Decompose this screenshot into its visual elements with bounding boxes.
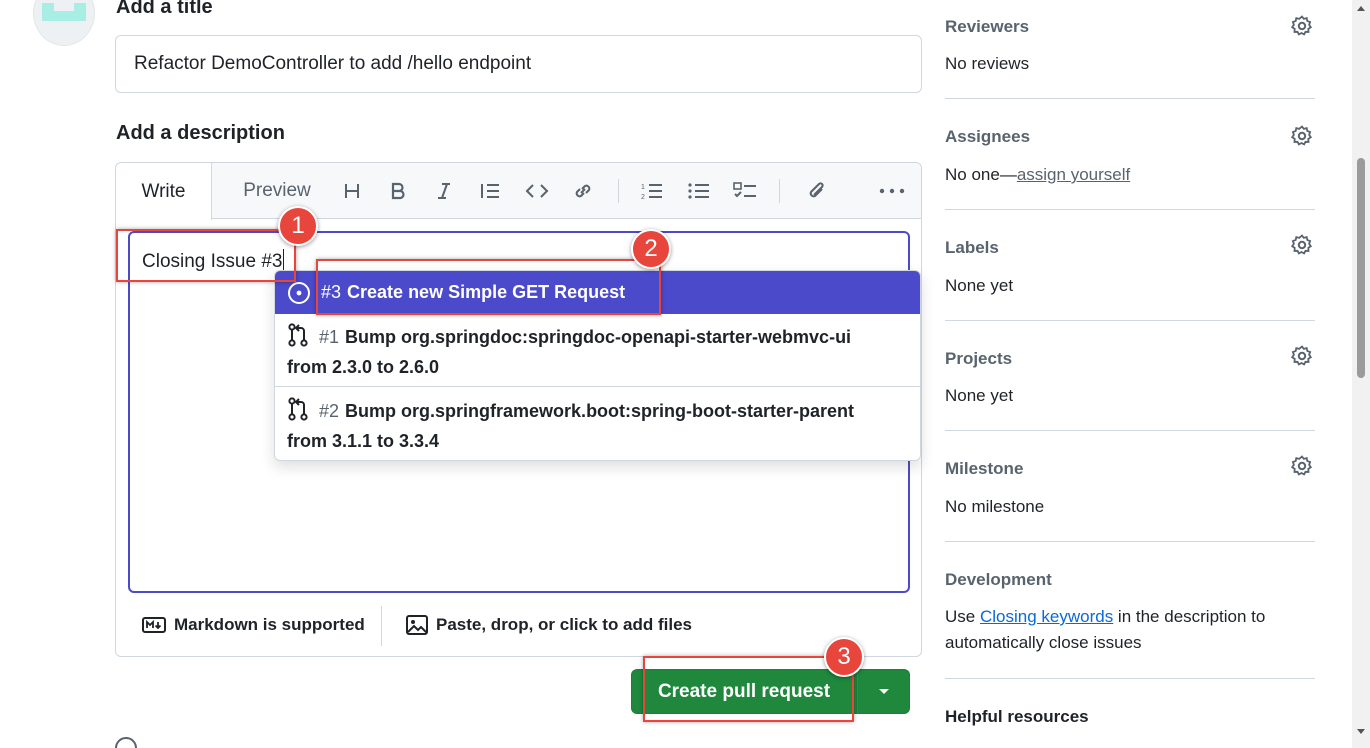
pull-request-icon — [288, 323, 308, 347]
scroll-up-icon[interactable] — [1357, 6, 1365, 11]
assignees-heading: Assignees — [945, 127, 1031, 146]
page-scrollbar[interactable] — [1352, 0, 1370, 748]
annotation-badge-3: 3 — [824, 637, 864, 677]
development-text: Use Closing keywords in the description … — [945, 607, 1266, 652]
attach-icon[interactable] — [803, 177, 831, 205]
unordered-list-icon[interactable] — [685, 177, 713, 205]
svg-text:1: 1 — [641, 184, 645, 191]
scrollbar-thumb[interactable] — [1357, 158, 1365, 378]
title-input-value: Refactor DemoController to add /hello en… — [134, 53, 532, 74]
projects-gear-icon[interactable] — [1290, 344, 1314, 368]
tab-preview[interactable]: Preview — [222, 163, 332, 219]
link-icon[interactable] — [569, 177, 597, 205]
suggestion-item[interactable]: #2 Bump org.springframework.boot:spring-b… — [275, 388, 920, 460]
suggestion-subtitle: from 3.1.1 to 3.3.4 — [287, 431, 440, 451]
description-heading: Add a description — [116, 122, 285, 144]
suggestion-subtitle: from 2.3.0 to 2.6.0 — [287, 357, 440, 377]
ordered-list-icon[interactable]: 12 — [638, 177, 666, 205]
markdown-icon — [142, 617, 166, 633]
task-list-icon[interactable] — [731, 177, 759, 205]
reviewers-gear-icon[interactable] — [1290, 14, 1314, 38]
code-icon[interactable] — [523, 177, 551, 205]
add-files-label: Paste, drop, or click to add files — [436, 615, 693, 634]
milestone-heading: Milestone — [945, 459, 1024, 478]
milestone-value: No milestone — [945, 497, 1045, 516]
reviewers-heading: Reviewers — [945, 17, 1030, 36]
milestone-gear-icon[interactable] — [1290, 454, 1314, 478]
closing-keywords-link[interactable]: Closing keywords — [980, 607, 1113, 626]
pull-request-icon — [288, 397, 308, 421]
labels-gear-icon[interactable] — [1290, 233, 1314, 257]
editor-toolbar: Write Preview 12 — [116, 163, 921, 220]
suggestion-item[interactable]: #1 Bump org.springdoc:springdoc-openapi-s… — [275, 314, 920, 387]
assign-yourself-link[interactable]: assign yourself — [1017, 165, 1130, 184]
labels-heading: Labels — [945, 238, 999, 257]
more-icon[interactable] — [878, 177, 906, 205]
add-files-button[interactable]: Paste, drop, or click to add files — [406, 615, 692, 635]
create-options-dropdown[interactable] — [857, 669, 910, 714]
projects-value: None yet — [945, 386, 1014, 405]
suggestion-title: Bump org.springframework.boot:spring-boo… — [345, 401, 855, 421]
title-input[interactable]: Refactor DemoController to add /hello en… — [115, 35, 922, 93]
title-heading: Add a title — [116, 0, 213, 18]
chevron-down-icon — [878, 689, 889, 694]
bold-icon[interactable] — [384, 177, 412, 205]
quote-icon[interactable] — [476, 177, 504, 205]
scroll-down-icon[interactable] — [1357, 729, 1365, 734]
info-icon — [115, 737, 137, 748]
markdown-note[interactable]: Markdown is supported — [142, 615, 365, 635]
italic-icon[interactable] — [430, 177, 458, 205]
labels-value: None yet — [945, 276, 1014, 295]
markdown-label: Markdown is supported — [174, 615, 365, 634]
avatar — [33, 0, 95, 46]
heading-icon[interactable] — [338, 177, 366, 205]
tab-write[interactable]: Write — [116, 163, 212, 220]
suggestion-number: #2 — [319, 401, 340, 421]
image-icon — [406, 615, 428, 635]
reviewers-value: No reviews — [945, 54, 1030, 73]
annotation-badge-1: 1 — [278, 206, 318, 246]
annotation-badge-2: 2 — [631, 229, 671, 269]
svg-text:2: 2 — [641, 194, 645, 201]
annotation-box-3 — [643, 656, 854, 722]
assignees-value: No one— — [945, 165, 1017, 184]
suggestion-number: #1 — [319, 327, 340, 347]
projects-heading: Projects — [945, 349, 1013, 368]
assignees-gear-icon[interactable] — [1290, 124, 1314, 148]
annotation-box-2 — [316, 259, 661, 315]
annotation-box-1 — [116, 229, 296, 282]
suggestion-title: Bump org.springdoc:springdoc-openapi-sta… — [345, 327, 852, 347]
development-heading: Development — [945, 570, 1052, 589]
issue-open-icon — [288, 281, 310, 304]
helpful-resources-heading: Helpful resources — [945, 707, 1089, 726]
